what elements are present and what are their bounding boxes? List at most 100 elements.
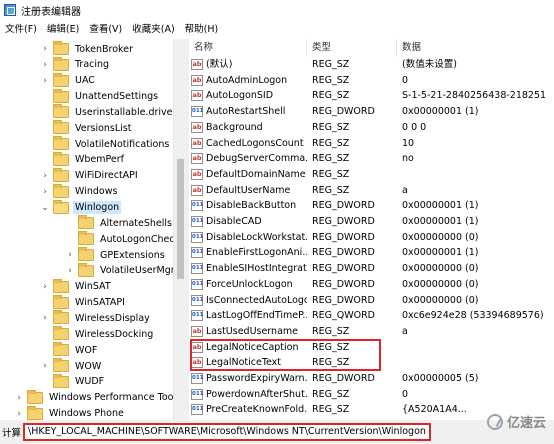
binary-value-icon: 011 [191, 263, 203, 275]
registry-value-row[interactable]: 011 PowerdownAfterShut... REG_SZ 0 [189, 387, 554, 403]
value-type: REG_QWORD [312, 310, 375, 322]
column-header-name[interactable]: 名称 [189, 39, 307, 57]
registry-value-row[interactable]: 011 EnableFirstLogonAni... REG_DWORD 0x0000… [189, 245, 554, 261]
folder-icon [53, 56, 69, 71]
registry-value-row[interactable]: 011 DisableBackButton REG_DWORD 0x00000001 … [189, 198, 554, 214]
registry-value-row[interactable]: 011 DisableCAD REG_DWORD 0x00000001 (1) [189, 214, 554, 230]
registry-value-row[interactable]: ab LegalNoticeCaption REG_SZ [189, 340, 554, 356]
value-data: S-1-5-21-2840256438-218251 [402, 90, 547, 102]
value-data: 0x00000000 (0) [402, 294, 479, 306]
value-name: LastLogOffEndTimeP... [206, 310, 307, 322]
menu-file[interactable]: 文件(F) [0, 20, 42, 39]
registry-value-row[interactable]: ab DefaultDomainName REG_SZ [189, 167, 554, 183]
tree-scrollbar-thumb[interactable] [177, 159, 184, 279]
value-data: 0x00000000 (0) [402, 278, 479, 290]
value-type: REG_DWORD [312, 263, 375, 275]
status-bar: 计算 \HKEY_LOCAL_MACHINE\SOFTWARE\Microsof… [0, 420, 554, 444]
registry-value-row[interactable]: ab AutoLogonSID REG_SZ S-1-5-21-2840256438-… [189, 88, 554, 104]
value-data: no [402, 153, 414, 165]
registry-value-row[interactable]: 011IsConnectedAutoLogo... REG_DWORD 0x0000… [189, 293, 554, 309]
column-header-type[interactable]: 类型 [307, 39, 397, 57]
registry-value-row[interactable]: 011 PasswordExpiryWarn... REG_DWORD 0x00000… [189, 371, 554, 387]
registry-value-list: 名称 类型 数据 ab (默认) REG_SZ (数值未设置) ab AutoAdminL… [189, 39, 554, 420]
registry-value-row[interactable]: 011 LastLogOffEndTimeP... REG_QWORD 0xc6e92… [189, 308, 554, 324]
tree-item-label: Windows Phone [49, 408, 124, 420]
registry-value-row[interactable]: ab DebugServerComma... REG_SZ no [189, 151, 554, 167]
tree-item-label: WUDF [75, 376, 105, 388]
window-title: 注册表编辑器 [21, 6, 81, 18]
tree-item-label: Winlogon [73, 201, 122, 214]
value-name: EnableFirstLogonAni... [206, 247, 307, 259]
menu-favorites[interactable]: 收藏夹(A) [127, 20, 179, 39]
folder-icon [53, 151, 69, 166]
binary-value-icon: 011 [191, 294, 203, 306]
tree-item-label: WirelessDisplay [75, 312, 150, 324]
value-data: 0xc6e924e28 (53394689576) [402, 310, 544, 322]
string-value-icon: ab [191, 74, 203, 86]
value-name: PowerdownAfterShut... [206, 388, 307, 400]
value-data: 0x00000000 (0) [402, 231, 479, 243]
value-name: DefaultDomainName [206, 168, 306, 180]
folder-icon [53, 326, 69, 341]
registry-path-address[interactable]: \HKEY_LOCAL_MACHINE\SOFTWARE\Microsoft\W… [23, 423, 431, 441]
value-data: a [402, 184, 408, 196]
value-data: 0x00000001 (1) [402, 106, 479, 118]
menu-view[interactable]: 查看(V) [84, 20, 127, 39]
folder-icon [78, 231, 94, 246]
tree-item-label: UAC [75, 75, 95, 87]
binary-value-icon: 011 [191, 310, 203, 322]
tree-item-label: WinSAT [75, 281, 111, 293]
registry-value-row[interactable]: ab LegalNoticeText REG_SZ [189, 355, 554, 371]
value-type: REG_SZ [312, 90, 350, 102]
registry-value-row[interactable]: ab AutoAdminLogon REG_SZ 0 [189, 73, 554, 89]
tree-item-label: VersionsList [75, 122, 132, 134]
tree-expander-icon[interactable]: › [14, 404, 24, 420]
value-data: 0 [402, 388, 409, 400]
folder-icon [53, 310, 69, 325]
registry-value-row[interactable]: 011 AutoRestartShell REG_DWORD 0x00000001 (… [189, 104, 554, 120]
tree-expander-icon[interactable]: ⌄ [40, 198, 50, 218]
value-type: REG_SZ [312, 168, 350, 180]
column-header-data[interactable]: 数据 [397, 39, 554, 57]
string-value-icon: ab [191, 325, 203, 337]
registry-value-row[interactable]: ab LastUsedUsername REG_SZ a [189, 324, 554, 340]
folder-icon [53, 183, 69, 198]
registry-value-row[interactable]: 011 DisableLockWorkstat... REG_DWORD 0x0000… [189, 230, 554, 246]
menu-help[interactable]: 帮助(H) [180, 20, 224, 39]
folder-icon [53, 88, 69, 103]
registry-value-row[interactable]: ab (默认) REG_SZ (数值未设置) [189, 57, 554, 73]
tree-item-label: Userinstallable.drivers [75, 106, 182, 118]
value-data: 0 [402, 74, 409, 86]
registry-value-row[interactable]: 011 ForceUnlockLogon REG_DWORD 0x00000000 (… [189, 277, 554, 293]
value-data: 0x00000001 (1) [402, 247, 479, 259]
value-data [402, 167, 554, 183]
string-value-icon: ab [191, 137, 203, 149]
registry-value-row[interactable]: ab DefaultUserName REG_SZ a [189, 183, 554, 199]
string-value-icon: ab [191, 153, 203, 165]
value-type: REG_DWORD [312, 294, 375, 306]
string-value-icon: ab [191, 121, 203, 133]
registry-value-row[interactable]: ab CachedLogonsCount REG_SZ 10 [189, 136, 554, 152]
tree-item-label: UnattendSettings [75, 91, 159, 103]
folder-icon [53, 373, 69, 388]
registry-value-row[interactable]: ab Background REG_SZ 0 0 0 [189, 120, 554, 136]
value-data: a [402, 325, 408, 337]
binary-value-icon: 011 [191, 200, 203, 212]
value-type: REG_DWORD [312, 216, 375, 227]
folder-icon [53, 167, 69, 182]
folder-icon [27, 405, 43, 420]
value-type: REG_SZ [312, 357, 350, 369]
menu-edit[interactable]: 编辑(E) [42, 20, 84, 39]
value-type: REG_SZ [312, 184, 350, 196]
tree-scrollbar[interactable] [173, 39, 186, 420]
regedit-app-icon [4, 4, 16, 16]
tree-item[interactable]: › Windows Phone [14, 404, 126, 420]
registry-value-row[interactable]: 011 EnableSIHostIntegrat... REG_DWORD 0x000… [189, 261, 554, 277]
string-value-icon: ab [191, 90, 203, 102]
value-type: REG_SZ [312, 325, 350, 337]
registry-key-tree[interactable]: › TokenBroker › Tracing › UAC UnattendSettings… [0, 39, 186, 420]
watermark: 亿速云 [486, 412, 546, 431]
tree-item-label: AlternateShells [100, 217, 172, 229]
folder-icon [53, 120, 69, 135]
binary-value-icon: 011 [191, 231, 203, 243]
